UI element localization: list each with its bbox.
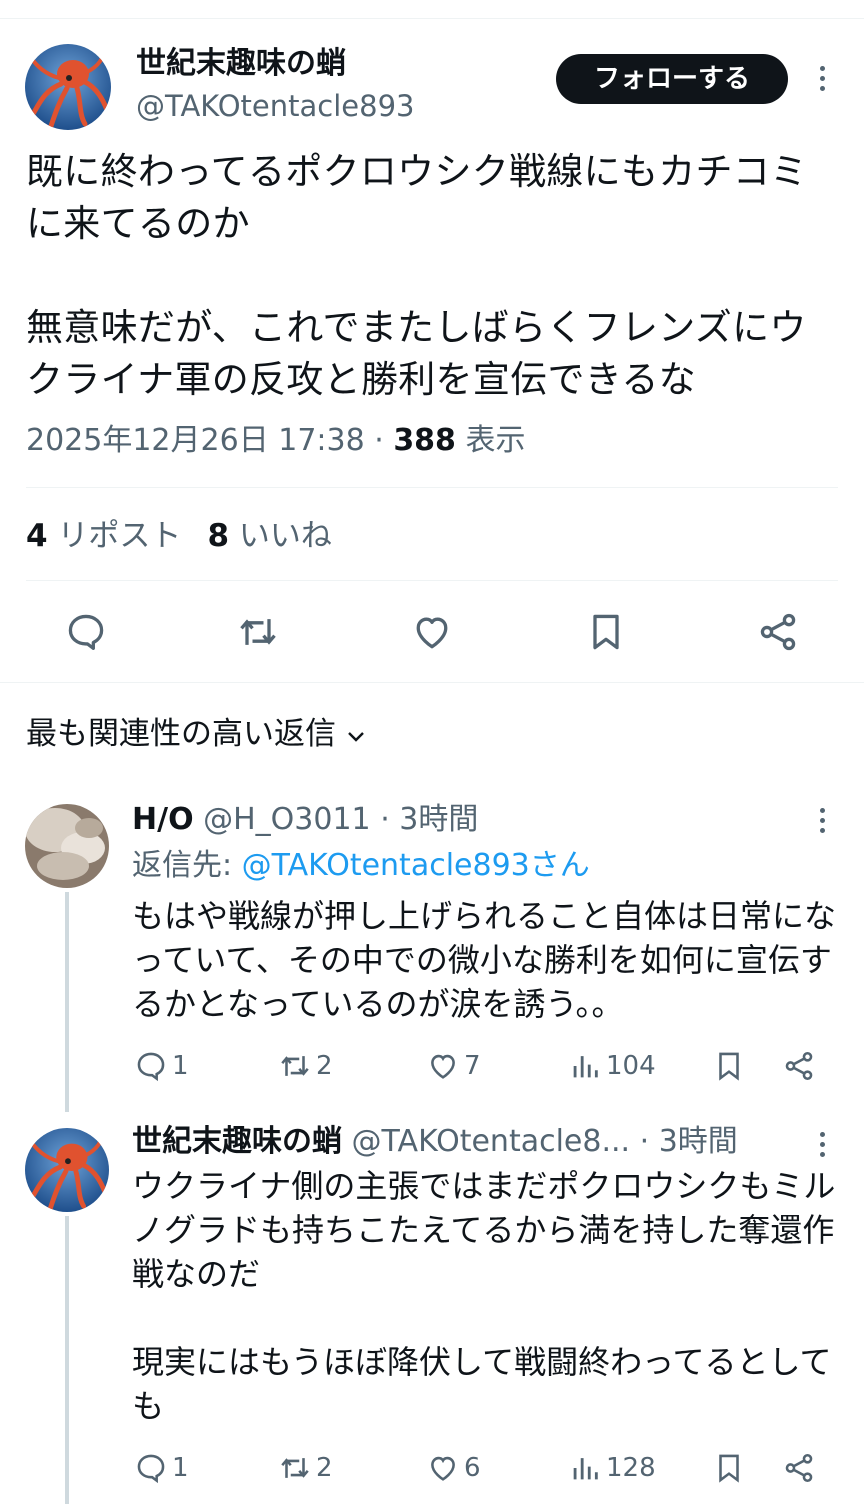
reply-author-handle[interactable]: @H_O3011	[203, 802, 371, 837]
tweet-meta: 2025年12月26日 17:38 · 388 表示	[26, 420, 525, 462]
like-icon	[431, 1054, 455, 1079]
divider	[26, 580, 838, 581]
bookmark-action[interactable]	[712, 1046, 750, 1086]
views-count: 388	[393, 423, 456, 458]
reply-action[interactable]: 1	[134, 1448, 189, 1488]
reply-avatar[interactable]	[25, 804, 109, 888]
reply-time[interactable]: · 3時間	[640, 1124, 738, 1159]
share-icon	[785, 1051, 813, 1081]
share-icon	[785, 1453, 813, 1483]
reply-header: H/O @H_O3011 · 3時間	[132, 800, 478, 840]
bookmark-action[interactable]	[712, 1448, 750, 1488]
reply-author-name[interactable]: 世紀末趣味の蛸	[132, 1124, 342, 1159]
reply-author-handle[interactable]: @TAKOtentacle8...	[352, 1124, 631, 1159]
follow-button[interactable]: フォローする	[556, 54, 788, 104]
share-action[interactable]	[782, 1448, 820, 1488]
divider	[26, 487, 838, 488]
author-handle[interactable]: @TAKOtentacle893	[136, 88, 415, 124]
meta-separator: ·	[374, 423, 394, 458]
replying-to: 返信先: @TAKOtentacle893さん	[132, 846, 590, 886]
engagement-stats: 4 リポスト 8 いいね	[26, 514, 332, 558]
tweet-text: 既に終わってるポクロウシク戦線にもカチコミに来てるのか 無意味だが、これでまたし…	[26, 150, 808, 401]
more-options-icon[interactable]	[817, 808, 827, 838]
share-icon[interactable]	[756, 610, 800, 654]
reposts-label: リポスト	[57, 518, 182, 554]
reply-author-name[interactable]: H/O	[132, 802, 194, 837]
repost-icon	[281, 1458, 309, 1478]
bookmark-icon	[719, 1454, 739, 1483]
reply-text: もはや戦線が押し上げられること自体は日常になっていて、その中での微小な勝利を如何…	[132, 897, 837, 1023]
octopus-avatar-image	[25, 44, 111, 130]
reposts-stat[interactable]: 4 リポスト	[26, 518, 181, 554]
reposts-count: 4	[26, 518, 48, 554]
more-options-icon[interactable]	[817, 1132, 827, 1162]
repost-action[interactable]: 2	[278, 1448, 333, 1488]
sort-label: 最も関連性の高い返信	[26, 716, 336, 752]
reply-count: 1	[172, 1051, 189, 1081]
like-icon[interactable]	[410, 610, 454, 654]
views-count: 128	[606, 1453, 656, 1483]
like-icon	[431, 1456, 455, 1481]
thread-line	[65, 1216, 69, 1504]
reply-avatar[interactable]	[25, 1128, 109, 1212]
reply-header: 世紀末趣味の蛸 @TAKOtentacle8... · 3時間	[132, 1122, 738, 1162]
repost-count: 2	[316, 1051, 333, 1081]
chevron-down-icon	[348, 731, 364, 742]
replying-prefix: 返信先:	[132, 848, 242, 883]
octopus-avatar-image	[25, 1128, 109, 1212]
repost-icon[interactable]	[236, 610, 280, 654]
replying-to-link[interactable]: @TAKOtentacle893さん	[242, 848, 590, 883]
like-action[interactable]: 7	[426, 1046, 481, 1086]
likes-label: いいね	[238, 518, 332, 554]
thread-line	[65, 892, 69, 1112]
author-avatar[interactable]	[25, 44, 111, 130]
tweet-datetime[interactable]: 2025年12月26日 17:38	[26, 423, 365, 458]
section-divider	[0, 682, 864, 683]
like-action[interactable]: 6	[426, 1448, 481, 1488]
likes-count: 8	[207, 518, 230, 554]
views-action[interactable]: 104	[568, 1046, 656, 1086]
reply-action[interactable]: 1	[134, 1046, 189, 1086]
repost-icon	[281, 1056, 309, 1076]
reply-count: 1	[172, 1453, 189, 1483]
views-label: 表示	[465, 423, 526, 458]
like-count: 7	[464, 1051, 481, 1081]
reply-icon[interactable]	[64, 610, 108, 654]
bookmark-icon	[719, 1052, 739, 1081]
reply-icon	[137, 1454, 165, 1484]
views-icon	[573, 1458, 598, 1480]
bookmark-icon[interactable]	[584, 610, 628, 654]
views-count: 104	[606, 1051, 656, 1081]
cat-avatar-image	[25, 804, 109, 888]
repost-count: 2	[316, 1453, 333, 1483]
like-count: 6	[464, 1453, 481, 1483]
reply-text: ウクライナ側の主張ではまだポクロウシクもミルノグラドも持ちこたえてるから満を持し…	[132, 1167, 836, 1425]
author-name[interactable]: 世紀末趣味の蛸	[136, 44, 346, 84]
repost-action[interactable]: 2	[278, 1046, 333, 1086]
reply-time[interactable]: · 3時間	[380, 802, 478, 837]
views-action[interactable]: 128	[568, 1448, 656, 1488]
likes-stat[interactable]: 8 いいね	[207, 518, 331, 554]
reply-sort-dropdown[interactable]: 最も関連性の高い返信	[26, 712, 368, 756]
reply-icon	[137, 1052, 165, 1082]
more-options-icon[interactable]	[817, 66, 827, 96]
share-action[interactable]	[782, 1046, 820, 1086]
views-icon	[573, 1056, 598, 1078]
top-divider	[0, 18, 864, 19]
